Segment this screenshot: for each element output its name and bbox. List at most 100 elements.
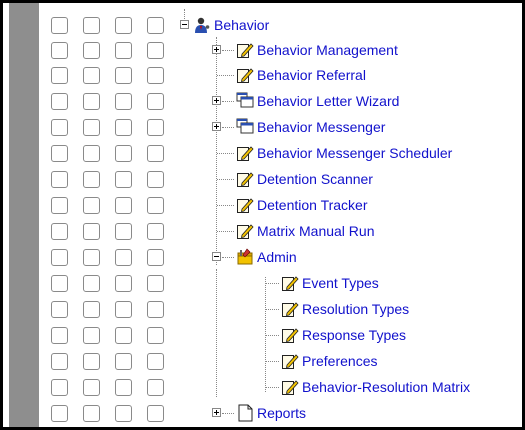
permission-checkbox[interactable]: [147, 353, 164, 370]
permission-checkbox[interactable]: [147, 67, 164, 84]
permission-checkbox[interactable]: [83, 197, 100, 214]
tree-node-label: Behavior Messenger Scheduler: [257, 145, 453, 161]
tree-node-detention-tracker[interactable]: Detention Tracker: [236, 195, 368, 215]
permission-checkbox[interactable]: [147, 17, 164, 34]
collapse-toggle[interactable]: [180, 20, 189, 29]
tree-node-label: Preferences: [302, 353, 378, 369]
permission-checkbox[interactable]: [83, 67, 100, 84]
permission-checkbox[interactable]: [115, 379, 132, 396]
permission-checkbox[interactable]: [51, 197, 68, 214]
permission-checkbox[interactable]: [51, 301, 68, 318]
document-icon: [238, 404, 253, 422]
permission-checkbox[interactable]: [115, 67, 132, 84]
permission-checkbox[interactable]: [51, 93, 68, 110]
tree-node-label: Behavior Management: [257, 42, 398, 58]
permission-checkbox[interactable]: [51, 145, 68, 162]
permission-checkbox[interactable]: [83, 42, 100, 59]
permission-checkbox[interactable]: [115, 353, 132, 370]
permission-checkbox[interactable]: [115, 275, 132, 292]
permission-checkbox[interactable]: [51, 223, 68, 240]
permission-checkbox[interactable]: [83, 171, 100, 188]
tree-node-detention-scanner[interactable]: Detention Scanner: [236, 169, 373, 189]
permission-checkbox[interactable]: [115, 223, 132, 240]
permission-checkbox[interactable]: [51, 249, 68, 266]
permission-checkbox[interactable]: [83, 145, 100, 162]
permission-checkbox[interactable]: [147, 145, 164, 162]
permission-checkbox[interactable]: [51, 42, 68, 59]
permission-checkbox[interactable]: [115, 93, 132, 110]
tree-node-resolution-types[interactable]: Resolution Types: [281, 299, 409, 319]
tree-node-response-types[interactable]: Response Types: [281, 325, 406, 345]
permission-checkbox[interactable]: [83, 119, 100, 136]
permission-checkbox[interactable]: [147, 197, 164, 214]
permission-checkbox[interactable]: [147, 275, 164, 292]
collapse-toggle[interactable]: [212, 252, 221, 261]
permission-checkbox[interactable]: [51, 353, 68, 370]
tree-node-behavior[interactable]: Behavior: [193, 15, 269, 35]
permission-checkbox[interactable]: [51, 171, 68, 188]
permission-checkbox[interactable]: [147, 301, 164, 318]
permission-checkbox[interactable]: [115, 197, 132, 214]
permission-checkbox[interactable]: [83, 353, 100, 370]
expand-toggle[interactable]: [212, 45, 221, 54]
permission-checkbox[interactable]: [51, 379, 68, 396]
tree-node-label: Event Types: [302, 275, 379, 291]
tree-node-behavior-referral[interactable]: Behavior Referral: [236, 65, 366, 85]
permission-checkbox[interactable]: [83, 301, 100, 318]
tree-node-matrix-manual-run[interactable]: Matrix Manual Run: [236, 221, 375, 241]
permission-checkbox[interactable]: [115, 119, 132, 136]
tree-node-behavior-management[interactable]: Behavior Management: [236, 40, 398, 60]
permission-checkbox[interactable]: [83, 93, 100, 110]
tree-node-label: Detention Tracker: [257, 197, 368, 213]
permission-checkbox[interactable]: [83, 17, 100, 34]
tree-node-reports[interactable]: Reports: [236, 403, 306, 423]
permission-checkbox[interactable]: [147, 171, 164, 188]
permission-checkbox[interactable]: [115, 327, 132, 344]
tree-node-preferences[interactable]: Preferences: [281, 351, 377, 371]
permission-checkbox[interactable]: [147, 223, 164, 240]
permission-checkbox[interactable]: [115, 17, 132, 34]
expand-toggle[interactable]: [212, 122, 221, 131]
tree-row: Reports: [51, 403, 522, 423]
tree-node-event-types[interactable]: Event Types: [281, 273, 379, 293]
tree-node-label: Resolution Types: [302, 301, 410, 317]
permission-checkbox[interactable]: [83, 379, 100, 396]
permission-checkbox[interactable]: [115, 249, 132, 266]
permission-checkbox[interactable]: [51, 275, 68, 292]
permission-checkbox[interactable]: [115, 42, 132, 59]
permission-checkbox[interactable]: [83, 275, 100, 292]
permission-checkbox[interactable]: [147, 405, 164, 422]
permission-checkbox[interactable]: [115, 145, 132, 162]
permission-checkbox[interactable]: [147, 42, 164, 59]
tree-node-admin[interactable]: Admin: [236, 247, 297, 267]
permission-checkbox[interactable]: [51, 405, 68, 422]
tree-row: Behavior-Resolution Matrix: [51, 377, 522, 397]
permission-checkbox[interactable]: [147, 119, 164, 136]
permission-checkbox[interactable]: [51, 67, 68, 84]
permission-checkbox[interactable]: [83, 249, 100, 266]
permission-checkbox[interactable]: [115, 405, 132, 422]
permission-checkbox[interactable]: [51, 327, 68, 344]
windows-icon: [236, 118, 254, 134]
permission-checkbox[interactable]: [147, 249, 164, 266]
tree-node-behavior-messenger-scheduler[interactable]: Behavior Messenger Scheduler: [236, 143, 452, 163]
permission-checkbox[interactable]: [83, 327, 100, 344]
permission-checkbox[interactable]: [115, 301, 132, 318]
tree-node-behavior-resolution-matrix[interactable]: Behavior-Resolution Matrix: [281, 377, 470, 397]
permission-checkbox[interactable]: [51, 119, 68, 136]
tree-node-label: Behavior Letter Wizard: [257, 93, 400, 109]
tree-row: Behavior: [51, 15, 522, 35]
permission-checkbox[interactable]: [147, 327, 164, 344]
permission-checkbox[interactable]: [83, 405, 100, 422]
tree-node-behavior-letter-wizard[interactable]: Behavior Letter Wizard: [236, 91, 399, 111]
permission-checkbox[interactable]: [115, 171, 132, 188]
expand-toggle[interactable]: [212, 96, 221, 105]
permission-checkbox[interactable]: [83, 223, 100, 240]
permission-checkbox[interactable]: [147, 379, 164, 396]
tree-row: Admin: [51, 247, 522, 267]
permission-checkbox[interactable]: [147, 93, 164, 110]
tree-node-behavior-messenger[interactable]: Behavior Messenger: [236, 117, 385, 137]
left-gutter: [9, 3, 39, 427]
permission-checkbox[interactable]: [51, 17, 68, 34]
expand-toggle[interactable]: [212, 408, 221, 417]
